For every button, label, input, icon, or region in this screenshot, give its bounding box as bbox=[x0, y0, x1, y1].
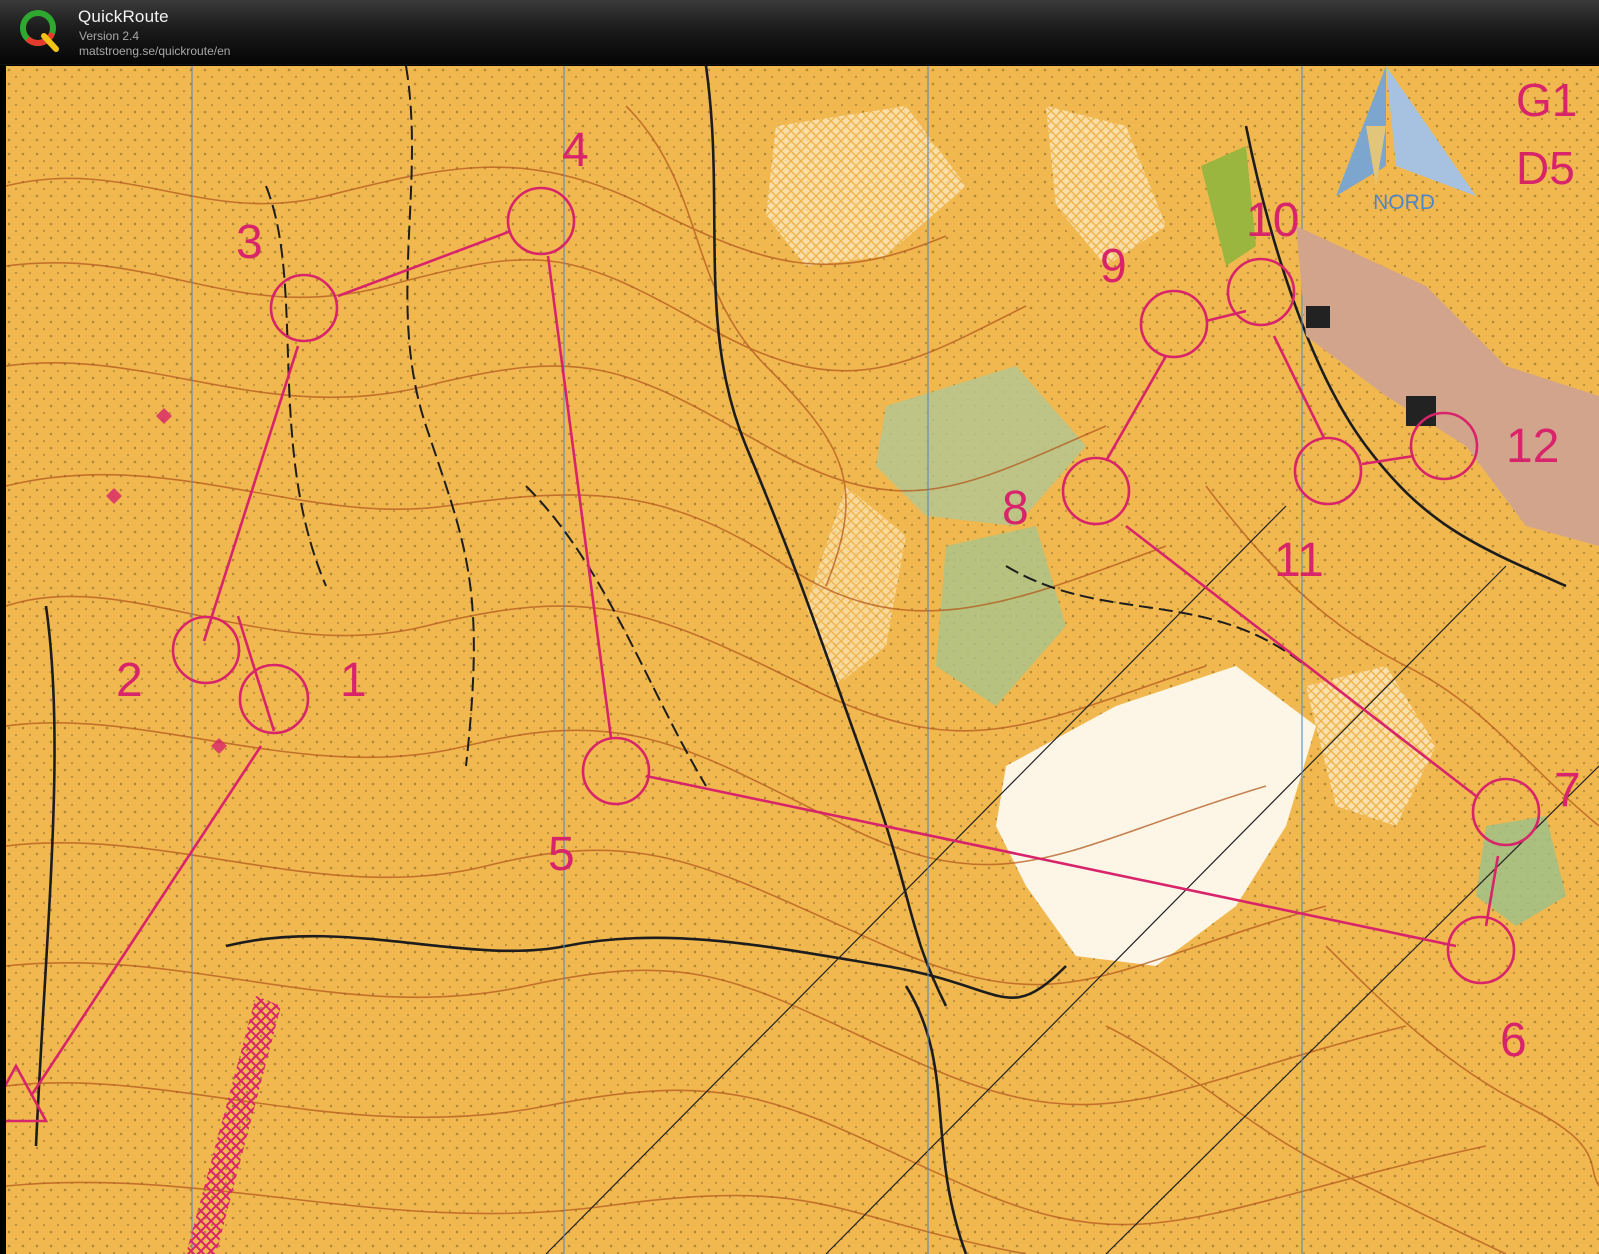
orienteering-map[interactable]: NORD G1 D5 1 2 3 4 5 6 7 8 9 10 11 12 bbox=[6, 66, 1599, 1254]
control-number-12: 12 bbox=[1506, 420, 1559, 473]
control-number-4: 4 bbox=[562, 124, 589, 177]
control-number-5: 5 bbox=[548, 828, 575, 881]
control-number-6: 6 bbox=[1500, 1014, 1527, 1067]
control-number-10: 10 bbox=[1246, 194, 1299, 247]
control-number-9: 9 bbox=[1100, 240, 1127, 293]
control-number-2: 2 bbox=[116, 654, 143, 707]
control-number-3: 3 bbox=[236, 216, 263, 269]
app-url[interactable]: matstroeng.se/quickroute/en bbox=[79, 44, 230, 58]
control-number-8: 8 bbox=[1002, 482, 1029, 535]
control-number-11: 11 bbox=[1274, 534, 1324, 587]
map-canvas: NORD G1 D5 1 2 3 4 5 6 7 8 9 10 11 12 bbox=[6, 66, 1599, 1254]
title-bar: QuickRoute Version 2.4 matstroeng.se/qui… bbox=[0, 0, 1599, 65]
app-version: Version 2.4 bbox=[79, 29, 140, 43]
building bbox=[1306, 306, 1330, 328]
class-label-g1: G1 bbox=[1516, 74, 1577, 126]
control-number-1: 1 bbox=[340, 654, 367, 707]
app-name: QuickRoute bbox=[78, 7, 169, 26]
control-number-7: 7 bbox=[1554, 764, 1581, 817]
class-label-d5: D5 bbox=[1516, 142, 1575, 194]
north-label: NORD bbox=[1373, 191, 1435, 214]
quickroute-logo-icon bbox=[20, 10, 59, 52]
